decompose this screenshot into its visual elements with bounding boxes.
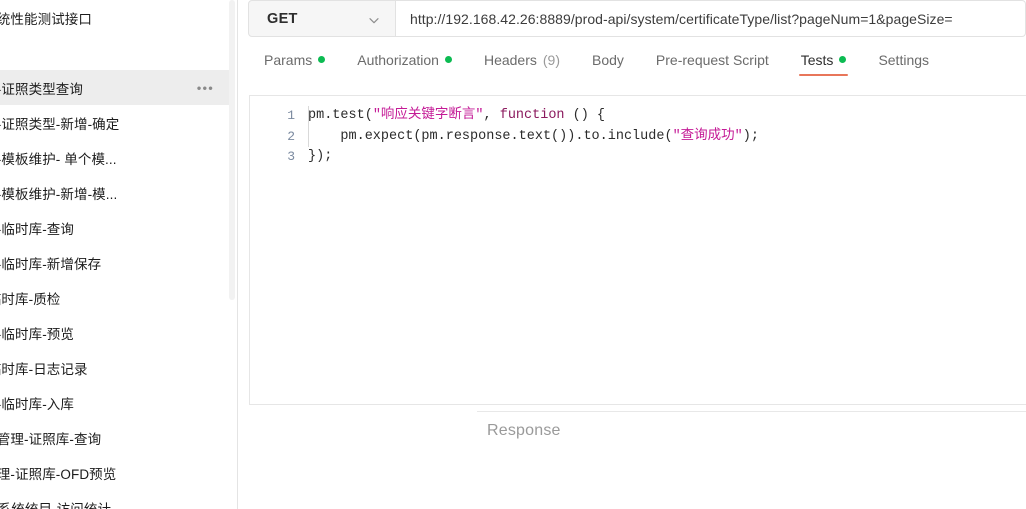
tab-label: Params (264, 51, 313, 68)
sidebar-item-label: 数据系统性能测试接口 (0, 11, 92, 27)
line-number: 2 (287, 128, 295, 144)
code-line-text[interactable]: pm.test("响应关键字断言", function () { (308, 106, 1026, 127)
code-token-plain: pm.test( (308, 108, 373, 123)
tab-label: Authorization (357, 51, 439, 68)
sidebar-item-label: 板管理-证照类型查询 (0, 81, 83, 97)
tab-authorization[interactable]: Authorization (341, 37, 468, 82)
code-token-plain: pm.expect(pm.response.text()).to.include… (308, 128, 673, 144)
sidebar-item[interactable]: 照管理-临时库-新增保存 (0, 245, 232, 280)
sidebar-item-label: 照管理-临时库-预览 (0, 326, 74, 342)
tab-headers[interactable]: Headers (9) (468, 37, 576, 82)
code-token-plain: , (483, 108, 500, 123)
tab-settings[interactable]: Settings (862, 37, 945, 82)
sidebar-item-label: 照库-临时库-日志记录 (0, 361, 88, 377)
sidebar-scrollbar-thumb[interactable] (229, 0, 235, 300)
sidebar-item[interactable]: D管理-系统统目-访问统计 (0, 490, 232, 509)
tab-status-dot-icon (839, 56, 847, 63)
sidebar-item[interactable]: 照管理-临时库-预览 (0, 315, 232, 350)
request-tab-strip: Params Authorization Headers (9) Body Pre-req… (238, 37, 1026, 82)
code-line-text[interactable]: }); (308, 147, 1026, 168)
request-url-input[interactable]: http://192.168.42.26:8889/prod-api/syste… (396, 0, 1026, 37)
sidebar-scrollbar[interactable] (228, 0, 236, 509)
tests-script-editor[interactable]: 1 pm.test("响应关键字断言", function () {2 pm.ex… (249, 95, 1026, 405)
sidebar-item[interactable]: 照库-临时库-日志记录 (0, 350, 232, 385)
request-url-row: GET http://192.168.42.26:8889/prod-api/s… (248, 0, 1026, 37)
postman-window: 数据系统性能测试接口接口板管理-证照类型查询•••板管理-证照类型-新增-确定板… (0, 0, 1026, 509)
sidebar-item[interactable]: 证照库-临时库-入库 (0, 385, 232, 420)
sidebar-item-label: 板管理-证照类型-新增-确定 (0, 116, 120, 132)
active-tab-underline (798, 73, 849, 76)
sidebar-item[interactable]: 证照管理-证照库-OFD预览 (0, 455, 232, 490)
tab-label: Headers (483, 51, 537, 68)
code-line[interactable]: 2 pm.expect(pm.response.text()).to.inclu… (250, 127, 1026, 148)
code-line[interactable]: 3}); (250, 147, 1026, 168)
sidebar-item[interactable]: 板管理-模板维护- 单个模... (0, 140, 232, 175)
sidebar-item[interactable]: 照库-临时库-质检 (0, 280, 232, 315)
sidebar-item-label: 照管理-临时库-查询 (0, 221, 74, 237)
request-url-text: http://192.168.42.26:8889/prod-api/syste… (410, 10, 953, 27)
sidebar-item-list: 数据系统性能测试接口接口板管理-证照类型查询•••板管理-证照类型-新增-确定板… (0, 0, 232, 509)
code-token-plain: () { (564, 108, 606, 123)
sidebar-item-label: 证照管理-证照库-OFD预览 (0, 466, 117, 482)
http-method-selector[interactable]: GET (248, 0, 396, 37)
tab-pre-request-script[interactable]: Pre-request Script (640, 37, 785, 82)
sidebar-item-label: 照管理-临时库-新增保存 (0, 256, 102, 272)
sidebar-item-label: 证照库-临时库-入库 (0, 396, 74, 412)
chevron-down-icon (368, 13, 379, 24)
tab-body[interactable]: Body (576, 37, 640, 82)
tab-status-dot-icon (318, 56, 326, 63)
line-number: 3 (287, 149, 295, 164)
sidebar-item[interactable]: 板管理-模板维护-新增-模... (0, 175, 232, 210)
code-token-string: "查询成功" (672, 128, 743, 144)
response-section-label: Response (487, 422, 561, 439)
sidebar-item[interactable]: 接口 (0, 35, 232, 70)
sidebar-item[interactable]: 照管理-临时库-查询 (0, 210, 232, 245)
sidebar-item[interactable]: 证照库管理-证照库-查询 (0, 420, 232, 455)
tab-tests[interactable]: Tests (785, 37, 863, 82)
sidebar-item-label: 证照库管理-证照库-查询 (0, 431, 102, 447)
code-line-text[interactable]: pm.expect(pm.response.text()).to.include… (308, 127, 1026, 148)
code-token-keyword: function (499, 108, 565, 123)
request-sidebar[interactable]: 数据系统性能测试接口接口板管理-证照类型查询•••板管理-证照类型-新增-确定板… (0, 0, 238, 509)
response-divider (477, 411, 1026, 412)
tab-status-dot-icon (444, 56, 452, 63)
sidebar-item-label: D管理-系统统目-访问统计 (0, 501, 112, 509)
code-token-plain: }); (308, 149, 333, 164)
tab-label: Pre-request Script (655, 51, 769, 68)
sidebar-item-label: 照库-临时库-质检 (0, 291, 61, 307)
code-line[interactable]: 1 pm.test("响应关键字断言", function () { (250, 106, 1026, 127)
sidebar-item-label: 接口 (0, 43, 222, 63)
code-area[interactable]: 1 pm.test("响应关键字断言", function () {2 pm.ex… (250, 96, 1026, 168)
sidebar-item-label: 板管理-模板维护-新增-模... (0, 186, 118, 202)
more-horizontal-icon[interactable]: ••• (197, 81, 214, 94)
line-number: 1 (287, 108, 295, 123)
tab-params[interactable]: Params (248, 37, 341, 82)
tab-label: Settings (878, 51, 930, 68)
sidebar-item[interactable]: 板管理-证照类型-新增-确定 (0, 105, 232, 140)
code-token-string: "响应关键字断言" (372, 108, 484, 123)
tab-label: Tests (800, 51, 834, 68)
http-method-label: GET (267, 10, 298, 27)
code-token-plain: ); (742, 128, 759, 144)
tab-count: (9) (542, 51, 560, 68)
sidebar-item[interactable]: 数据系统性能测试接口 (0, 0, 232, 35)
tab-label: Body (592, 51, 624, 68)
sidebar-item[interactable]: 板管理-证照类型查询 ••• (0, 70, 232, 105)
sidebar-item-label: 板管理-模板维护- 单个模... (0, 151, 117, 167)
